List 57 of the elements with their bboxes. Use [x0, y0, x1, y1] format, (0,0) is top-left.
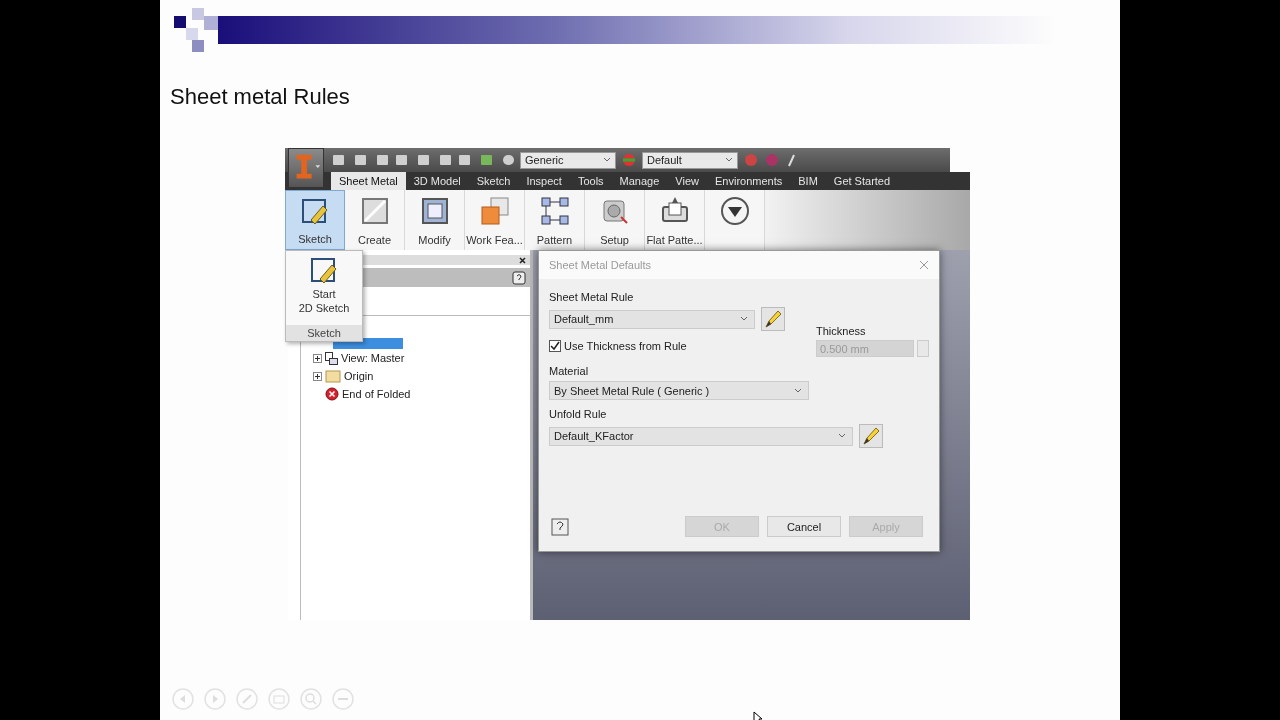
- checkbox-icon: [549, 340, 561, 352]
- ribbon-tab[interactable]: BIM: [790, 172, 826, 190]
- style-dropdown[interactable]: Generic: [520, 151, 616, 169]
- ribbon-tab[interactable]: View: [667, 172, 707, 190]
- help-icon[interactable]: [551, 517, 569, 536]
- expand-icon[interactable]: [313, 371, 322, 381]
- ribbon-tab[interactable]: Inspect: [518, 172, 570, 190]
- field-label: Unfold Rule: [549, 408, 608, 420]
- material-dropdown[interactable]: By Sheet Metal Rule ( Generic ): [549, 381, 809, 400]
- chevron-icon: [725, 157, 733, 163]
- ribbon-button[interactable]: Setup: [585, 190, 645, 250]
- ribbon-tab[interactable]: Sketch: [468, 172, 519, 190]
- ribbon-tab[interactable]: 3D Model: [405, 172, 469, 190]
- ribbon-button[interactable]: Pattern: [525, 190, 585, 250]
- ribbon-tab[interactable]: Sheet Metal: [331, 172, 406, 190]
- close-icon[interactable]: [519, 256, 526, 264]
- menu-item[interactable]: Start 2D Sketch: [298, 251, 350, 315]
- edit-icon[interactable]: [761, 307, 785, 331]
- color-sphere-icon[interactable]: [621, 153, 637, 167]
- chevron-icon: [838, 433, 846, 439]
- ribbon-tab[interactable]: Environments: [707, 172, 791, 190]
- field-label: Thickness: [816, 325, 867, 337]
- chevron-icon: [603, 157, 611, 163]
- chevron-icon: [740, 316, 748, 322]
- tree-item[interactable]: End of Folded: [342, 388, 411, 400]
- rule-dropdown[interactable]: Default_mm: [549, 309, 755, 329]
- field-label: Sheet Metal Rule: [549, 291, 635, 303]
- dialog-title: Sheet Metal Defaults: [549, 259, 652, 271]
- view-icon: [325, 351, 338, 365]
- slide-title: Sheet metal Rules: [170, 84, 350, 110]
- squares-icon: [478, 195, 511, 227]
- ribbon-button[interactable]: Create: [345, 190, 405, 250]
- tree-item[interactable]: Origin: [344, 370, 374, 382]
- panel-label: Sketch: [286, 325, 362, 341]
- ribbon-button[interactable]: Work Fea...: [465, 190, 525, 250]
- error-icon: [325, 387, 339, 401]
- ribbon-button[interactable]: Modify: [405, 190, 465, 250]
- caret-icon: [718, 195, 751, 227]
- ribbon-button[interactable]: [705, 190, 765, 250]
- ribbon-button[interactable]: Flat Patte...: [645, 190, 705, 250]
- tree-item[interactable]: View: Master: [341, 352, 405, 364]
- ribbon-button[interactable]: Sketch: [285, 190, 345, 250]
- folder-icon: [325, 369, 341, 383]
- edit-icon[interactable]: [859, 424, 883, 448]
- grid-icon: [538, 195, 571, 227]
- checkbox[interactable]: Use Thickness from Rule: [549, 340, 687, 352]
- field-label: Material: [549, 365, 590, 377]
- app-menu-icon[interactable]: [288, 148, 324, 188]
- appearance-dropdown[interactable]: Default: [642, 151, 738, 169]
- ribbon-tab[interactable]: Get Started: [825, 172, 899, 190]
- unfold-rule-dropdown[interactable]: Default_KFactor: [549, 426, 853, 446]
- chevron-icon: [794, 387, 802, 394]
- help-icon[interactable]: [512, 270, 526, 285]
- expand-icon[interactable]: [313, 353, 322, 363]
- dialog-button[interactable]: Cancel: [767, 516, 841, 537]
- ribbon-tab[interactable]: Tools: [569, 172, 612, 190]
- ribbon-tab[interactable]: Manage: [611, 172, 668, 190]
